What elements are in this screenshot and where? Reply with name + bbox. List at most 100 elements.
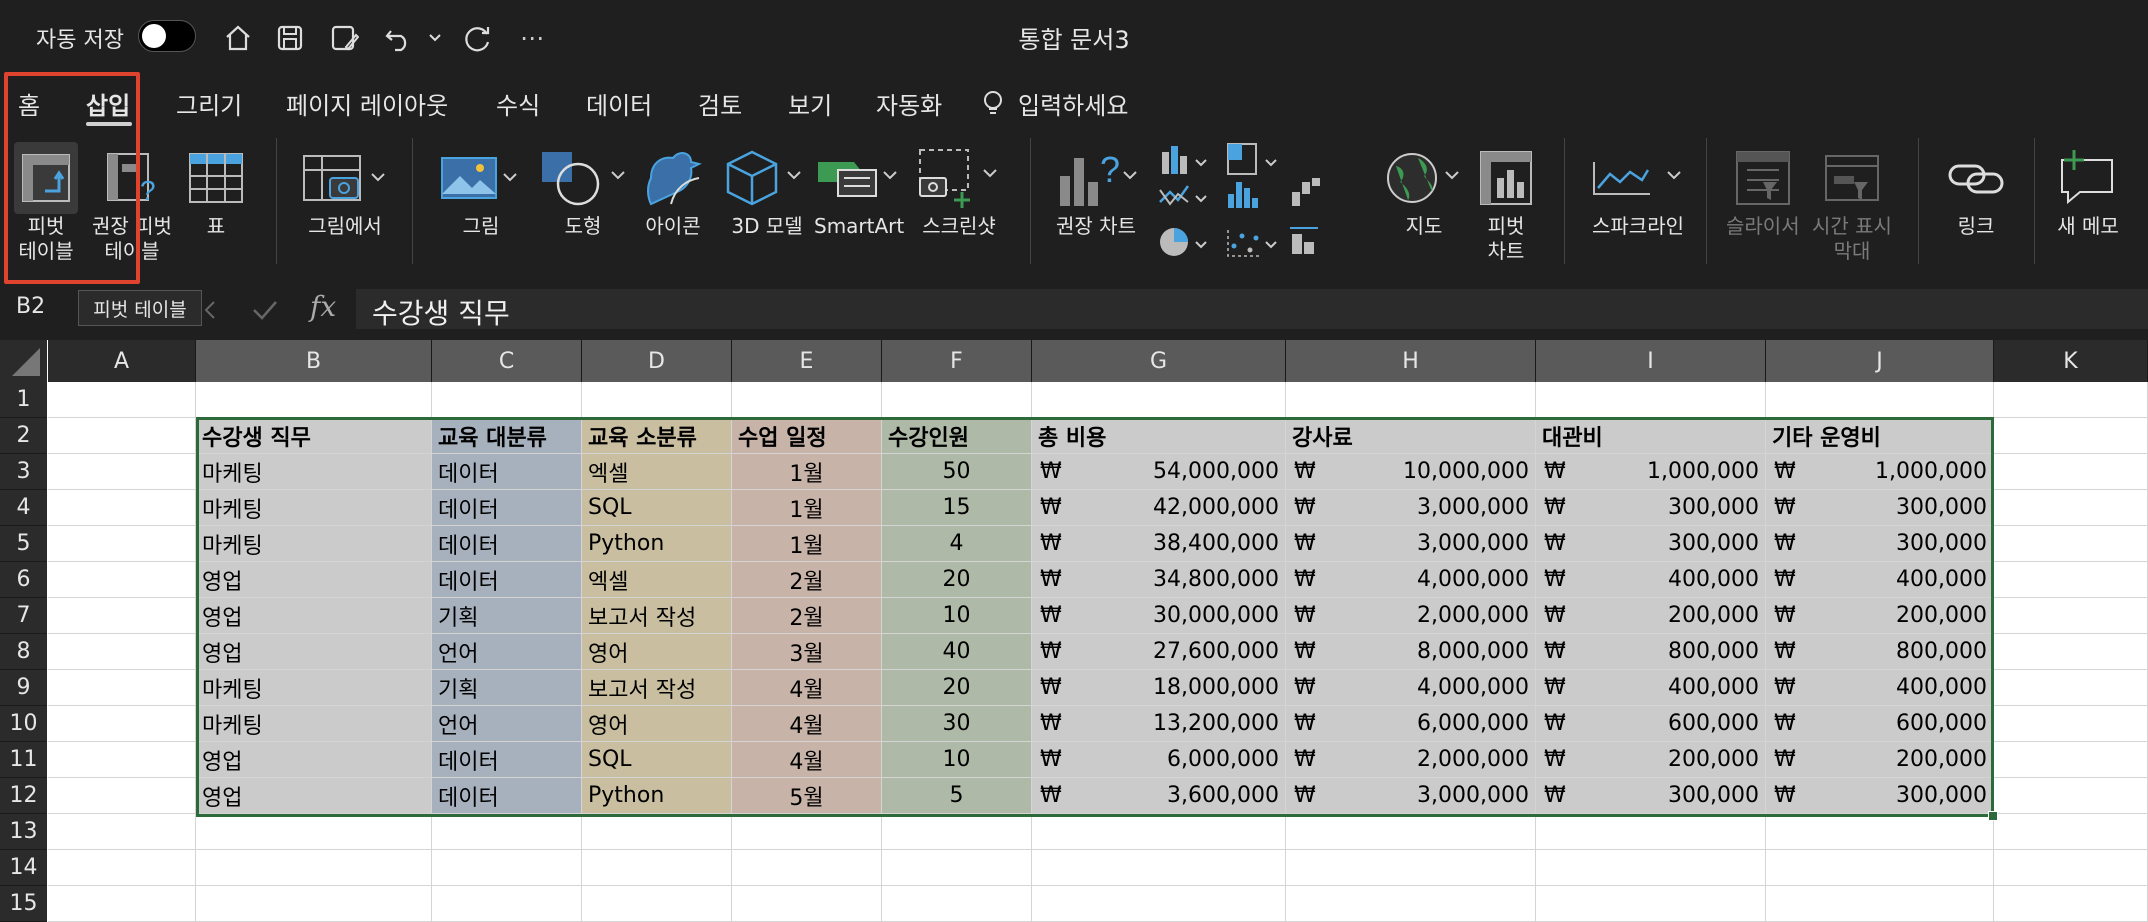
cell[interactable] [1994, 742, 2148, 778]
cell[interactable] [48, 886, 196, 922]
map-chart-button[interactable]: 지도 [1382, 142, 1466, 239]
cell[interactable] [582, 886, 732, 922]
cell[interactable] [1032, 382, 1286, 418]
table-cell[interactable]: ₩42,000,000 [1032, 490, 1286, 526]
cell[interactable] [1032, 886, 1286, 922]
cell[interactable] [48, 454, 196, 490]
cell[interactable] [1994, 814, 2148, 850]
table-cell[interactable]: ₩30,000,000 [1032, 598, 1286, 634]
column-header-g[interactable]: G [1032, 340, 1286, 382]
cell[interactable] [732, 886, 882, 922]
table-cell[interactable]: ₩300,000 [1766, 526, 1994, 562]
cell[interactable] [582, 850, 732, 886]
table-cell[interactable]: 언어 [432, 706, 582, 742]
cell[interactable] [1994, 886, 2148, 922]
table-cell[interactable]: ₩38,400,000 [1032, 526, 1286, 562]
table-cell[interactable]: ₩600,000 [1766, 706, 1994, 742]
table-button[interactable]: 표 [184, 142, 248, 239]
table-cell[interactable]: 2월 [732, 598, 882, 634]
tab-draw[interactable]: 그리기 [176, 86, 242, 121]
column-header-a[interactable]: A [48, 340, 196, 382]
table-cell[interactable]: ₩3,000,000 [1286, 526, 1536, 562]
table-cell[interactable]: ₩400,000 [1766, 562, 1994, 598]
cell[interactable] [1536, 886, 1766, 922]
table-header-cell[interactable]: 기타 운영비 [1766, 418, 1994, 454]
picture-from-button[interactable]: 그림에서 [300, 142, 390, 239]
table-cell[interactable]: 영업 [196, 742, 432, 778]
table-cell[interactable]: 10 [882, 598, 1032, 634]
tab-review[interactable]: 검토 [698, 86, 742, 121]
table-cell[interactable]: 영업 [196, 562, 432, 598]
table-cell[interactable]: ₩13,200,000 [1032, 706, 1286, 742]
row-header-5[interactable]: 5 [0, 526, 47, 562]
row-header-8[interactable]: 8 [0, 634, 47, 670]
slicer-button[interactable]: 슬라이서 [1726, 142, 1800, 239]
table-cell[interactable]: 5 [882, 778, 1032, 814]
cell[interactable] [48, 670, 196, 706]
table-cell[interactable]: ₩400,000 [1536, 670, 1766, 706]
cell[interactable] [1994, 706, 2148, 742]
table-cell[interactable]: ₩4,000,000 [1286, 670, 1536, 706]
cell[interactable] [196, 814, 432, 850]
table-cell[interactable]: ₩200,000 [1536, 742, 1766, 778]
table-cell[interactable]: ₩6,000,000 [1032, 742, 1286, 778]
table-cell[interactable]: ₩27,600,000 [1032, 634, 1286, 670]
table-cell[interactable]: Python [582, 778, 732, 814]
cell[interactable] [1994, 778, 2148, 814]
recommended-charts-button[interactable]: ? 권장 차트 [1054, 142, 1138, 239]
cell[interactable] [48, 850, 196, 886]
cell[interactable] [48, 562, 196, 598]
table-header-cell[interactable]: 대관비 [1536, 418, 1766, 454]
table-cell[interactable]: ₩18,000,000 [1032, 670, 1286, 706]
select-all-button[interactable] [0, 340, 47, 382]
cell[interactable] [48, 382, 196, 418]
table-cell[interactable]: ₩1,000,000 [1766, 454, 1994, 490]
cancel-icon[interactable] [200, 298, 220, 322]
table-cell[interactable]: 기획 [432, 598, 582, 634]
fx-icon[interactable]: fx [310, 290, 336, 323]
column-header-i[interactable]: I [1536, 340, 1766, 382]
table-cell[interactable]: 엑셀 [582, 562, 732, 598]
column-header-j[interactable]: J [1766, 340, 1994, 382]
cell[interactable] [1994, 562, 2148, 598]
table-header-cell[interactable]: 수강인원 [882, 418, 1032, 454]
table-cell[interactable]: 2월 [732, 562, 882, 598]
table-cell[interactable]: ₩2,000,000 [1286, 742, 1536, 778]
row-header-13[interactable]: 13 [0, 814, 47, 850]
table-cell[interactable]: 영어 [582, 706, 732, 742]
tab-formulas[interactable]: 수식 [496, 86, 540, 121]
cell[interactable] [48, 418, 196, 454]
table-cell[interactable]: SQL [582, 490, 732, 526]
table-cell[interactable]: ₩300,000 [1766, 490, 1994, 526]
row-header-10[interactable]: 10 [0, 706, 47, 742]
table-cell[interactable]: ₩400,000 [1766, 670, 1994, 706]
table-cell[interactable]: 마케팅 [196, 454, 432, 490]
cell[interactable] [196, 886, 432, 922]
table-cell[interactable]: 1월 [732, 526, 882, 562]
sparklines-button[interactable]: 스파크라인 [1588, 142, 1688, 239]
table-cell[interactable]: 데이터 [432, 742, 582, 778]
cell[interactable] [48, 814, 196, 850]
table-cell[interactable]: 4월 [732, 742, 882, 778]
cell[interactable] [732, 850, 882, 886]
table-cell[interactable]: 데이터 [432, 454, 582, 490]
cell[interactable] [432, 814, 582, 850]
table-header-cell[interactable]: 교육 대분류 [432, 418, 582, 454]
cell[interactable] [1994, 454, 2148, 490]
table-cell[interactable]: ₩3,000,000 [1286, 778, 1536, 814]
cell[interactable] [1286, 886, 1536, 922]
cell[interactable] [582, 382, 732, 418]
table-cell[interactable]: 4월 [732, 706, 882, 742]
table-cell[interactable]: 기획 [432, 670, 582, 706]
cell[interactable] [432, 382, 582, 418]
table-cell[interactable]: 데이터 [432, 562, 582, 598]
tab-data[interactable]: 데이터 [586, 86, 652, 121]
cell[interactable] [48, 526, 196, 562]
table-cell[interactable]: 3월 [732, 634, 882, 670]
table-cell[interactable]: Python [582, 526, 732, 562]
row-header-11[interactable]: 11 [0, 742, 47, 778]
row-header-9[interactable]: 9 [0, 670, 47, 706]
table-cell[interactable]: ₩54,000,000 [1032, 454, 1286, 490]
table-cell[interactable]: 영어 [582, 634, 732, 670]
cell[interactable] [1994, 598, 2148, 634]
